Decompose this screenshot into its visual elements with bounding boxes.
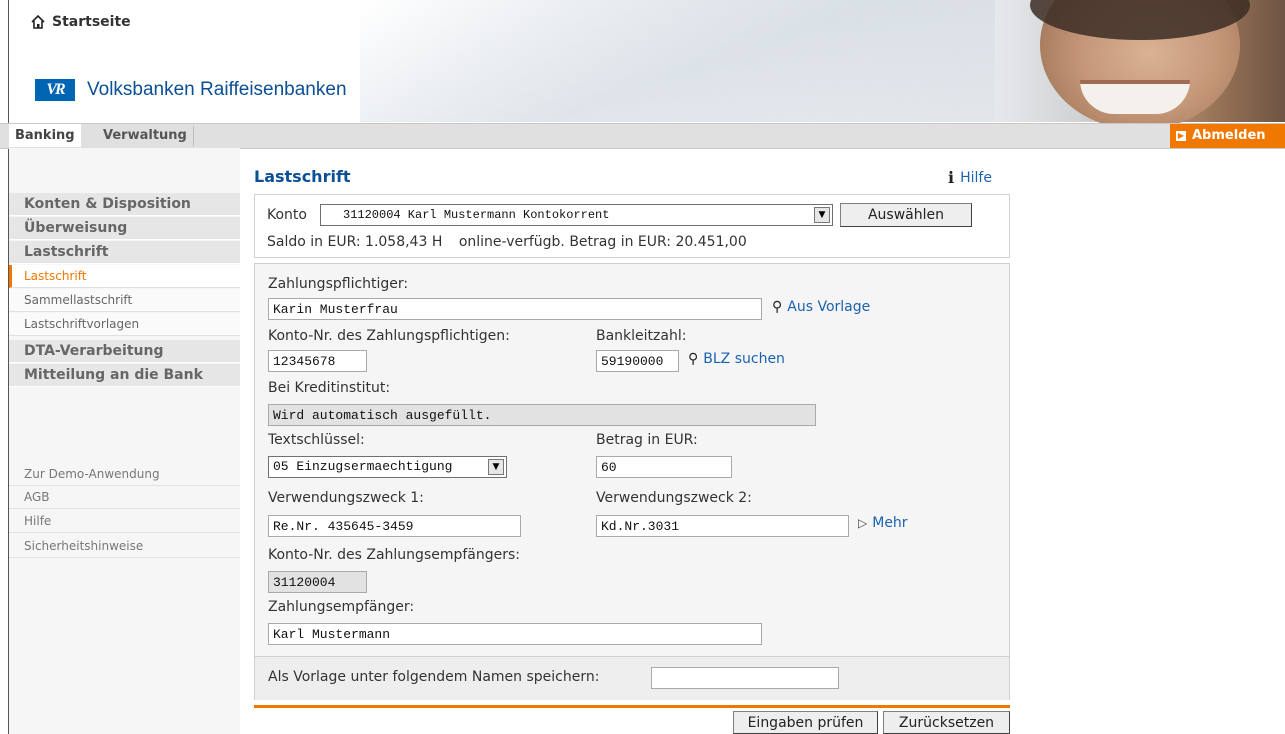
blz-label: Bankleitzahl: bbox=[596, 328, 687, 344]
check-input-button[interactable]: Eingaben prüfen bbox=[733, 711, 878, 734]
textkey-select[interactable]: 05 Einzugsermaechtigung ▼ bbox=[268, 456, 507, 478]
save-template-label: Als Vorlage unter folgendem Namen speich… bbox=[268, 669, 600, 685]
saldo-text: Saldo in EUR: 1.058,43 H online-verfügb.… bbox=[267, 234, 747, 250]
amount-label: Betrag in EUR: bbox=[596, 432, 698, 448]
bank-name: Volksbanken Raiffeisenbanken bbox=[87, 79, 347, 100]
orange-divider bbox=[254, 705, 1010, 708]
home-icon bbox=[31, 14, 45, 29]
sidebar-link-agb[interactable]: AGB bbox=[9, 486, 240, 509]
chevron-down-icon: ▼ bbox=[814, 207, 830, 223]
saldo-label: Saldo in EUR: bbox=[267, 234, 361, 250]
help-label: Hilfe bbox=[960, 169, 992, 186]
sidebar-subitem-sammellastschrift[interactable]: Sammellastschrift bbox=[9, 289, 240, 312]
account-select[interactable]: 31120004 Karl Mustermann Kontokorrent ▼ bbox=[320, 204, 833, 226]
payee-account-label: Konto-Nr. des Zahlungsempfängers: bbox=[268, 547, 521, 563]
payer-account-label: Konto-Nr. des Zahlungspflichtigen: bbox=[268, 328, 510, 344]
from-template-label: Aus Vorlage bbox=[787, 299, 871, 315]
sidebar-subitem-lastschrift[interactable]: Lastschrift bbox=[9, 265, 240, 288]
triangle-right-icon: ▷ bbox=[858, 516, 868, 530]
home-link[interactable]: Startseite bbox=[30, 14, 131, 30]
payee-account-field bbox=[268, 571, 367, 593]
sidebar-item-dta[interactable]: DTA-Verarbeitung bbox=[9, 340, 240, 363]
logout-button[interactable]: ▶ Abmelden bbox=[1170, 124, 1285, 148]
institute-field bbox=[268, 404, 816, 426]
available-label: online-verfügb. Betrag in EUR: bbox=[458, 234, 672, 250]
account-select-value: 31120004 Karl Mustermann Kontokorrent bbox=[343, 208, 610, 222]
help-icon: ℹ bbox=[948, 168, 955, 187]
more-label: Mehr bbox=[872, 515, 908, 531]
binoculars-icon: ⚲ bbox=[772, 299, 783, 315]
help-link[interactable]: ℹ Hilfe bbox=[948, 168, 992, 187]
sidebar-link-hilfe[interactable]: Hilfe bbox=[9, 510, 240, 533]
purpose2-label: Verwendungszweck 2: bbox=[596, 490, 752, 506]
page-title: Lastschrift bbox=[254, 167, 351, 186]
save-template-input[interactable] bbox=[651, 667, 839, 689]
select-account-button[interactable]: Auswählen bbox=[840, 203, 972, 227]
reset-button[interactable]: Zurücksetzen bbox=[883, 711, 1010, 734]
payee-input[interactable] bbox=[268, 623, 762, 645]
arrow-right-icon: ▶ bbox=[1176, 131, 1186, 141]
payee-label: Zahlungsempfänger: bbox=[268, 599, 415, 615]
sidebar-item-ueberweisung[interactable]: Überweisung bbox=[9, 217, 240, 240]
blz-search-label: BLZ suchen bbox=[703, 351, 785, 367]
purpose1-input[interactable] bbox=[268, 515, 521, 537]
home-label: Startseite bbox=[52, 14, 131, 30]
tab-verwaltung[interactable]: Verwaltung bbox=[97, 126, 194, 146]
logo-mark-text: VR bbox=[46, 81, 65, 98]
purpose2-input[interactable] bbox=[596, 515, 849, 537]
sidebar-link-demo[interactable]: Zur Demo-Anwendung bbox=[9, 463, 240, 486]
textkey-label: Textschlüssel: bbox=[268, 432, 365, 448]
institute-label: Bei Kreditinstitut: bbox=[268, 380, 391, 396]
tab-banking[interactable]: Banking bbox=[9, 124, 81, 147]
sidebar-link-sicherheit[interactable]: Sicherheitshinweise bbox=[9, 535, 240, 558]
payer-label: Zahlungspflichtiger: bbox=[268, 276, 409, 292]
header-decoration bbox=[360, 0, 1060, 122]
saldo-value: 1.058,43 H bbox=[365, 234, 443, 250]
available-value: 20.451,00 bbox=[675, 234, 747, 250]
blz-input[interactable] bbox=[596, 350, 679, 372]
header-photo-smile bbox=[1080, 80, 1190, 114]
blz-search-link[interactable]: ⚲ BLZ suchen bbox=[688, 351, 785, 367]
vr-logo-icon: VR bbox=[35, 79, 75, 101]
chevron-down-icon: ▼ bbox=[488, 459, 504, 475]
logout-label: Abmelden bbox=[1192, 128, 1266, 143]
payer-input[interactable] bbox=[268, 298, 762, 320]
amount-input[interactable] bbox=[596, 456, 732, 478]
konto-label: Konto bbox=[267, 207, 307, 223]
purpose1-label: Verwendungszweck 1: bbox=[268, 490, 424, 506]
sidebar-item-mitteilung[interactable]: Mitteilung an die Bank bbox=[9, 364, 240, 387]
from-template-link[interactable]: ⚲ Aus Vorlage bbox=[772, 299, 870, 315]
binoculars-icon: ⚲ bbox=[688, 351, 699, 367]
sidebar-subitem-lastschriftvorlagen[interactable]: Lastschriftvorlagen bbox=[9, 313, 240, 336]
payer-account-input[interactable] bbox=[268, 350, 367, 372]
bank-logo: VR Volksbanken Raiffeisenbanken bbox=[35, 79, 347, 101]
more-link[interactable]: ▷ Mehr bbox=[858, 515, 908, 531]
textkey-select-value: 05 Einzugsermaechtigung bbox=[273, 459, 453, 474]
sidebar-item-konten[interactable]: Konten & Disposition bbox=[9, 193, 240, 216]
sidebar-item-lastschrift[interactable]: Lastschrift bbox=[9, 241, 240, 264]
